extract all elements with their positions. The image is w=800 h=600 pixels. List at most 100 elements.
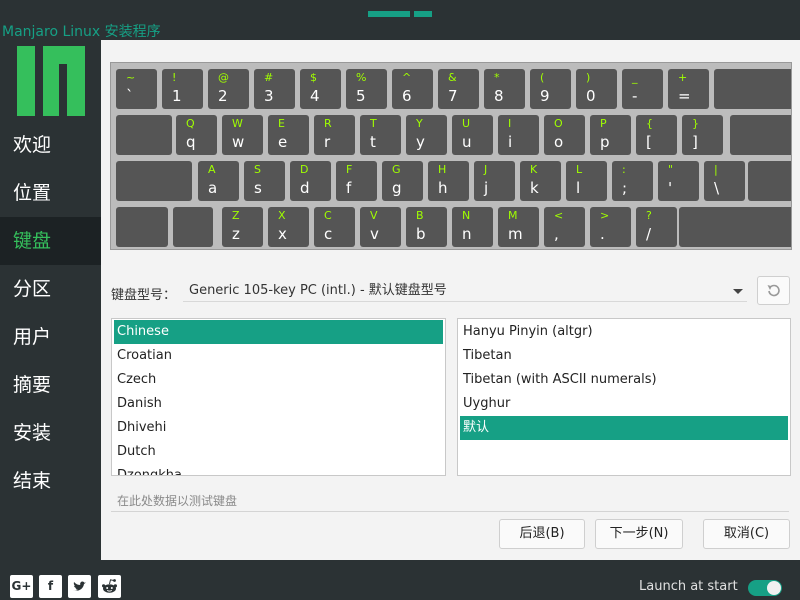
key-base-label: - [632,87,638,105]
next-button[interactable]: 下一步(N) [595,519,683,549]
keyboard-key [116,115,172,155]
sidebar-item[interactable]: 位置 [0,169,101,217]
list-item[interactable]: Chinese [114,320,443,344]
list-item[interactable]: Hanyu Pinyin (altgr) [460,320,788,344]
keyboard-key: Pp [590,115,631,155]
keyboard-key: ^ 6 [392,69,433,109]
key-shift-label: Q [186,117,195,130]
sidebar-item[interactable]: 安装 [0,409,101,457]
key-base-label: d [300,179,310,197]
cancel-button[interactable]: 取消(C) [703,519,790,549]
back-button[interactable]: 后退(B) [499,519,585,549]
key-base-label: [ [646,133,652,151]
key-base-label: 2 [218,87,228,105]
sidebar-item[interactable]: 分区 [0,265,101,313]
key-shift-label: : [622,163,626,176]
keyboard-key: Uu [452,115,493,155]
key-shift-label: ( [540,71,545,84]
key-shift-label: + [678,71,688,84]
key-base-label: n [462,225,472,243]
keyboard-key: & 7 [438,69,479,109]
key-shift-label: O [554,117,563,130]
keyboard-key: | \ [704,161,745,201]
list-item[interactable]: Dutch [114,440,443,464]
keyboard-key: Zz [222,207,263,247]
list-item[interactable]: Tibetan (with ASCII numerals) [460,368,788,392]
keyboard-key [116,207,168,247]
sidebar-item[interactable]: 欢迎 [0,121,101,169]
key-shift-label: F [346,163,353,176]
keyboard-key: }] [682,115,723,155]
window-indicator [414,11,432,17]
key-base-label: 5 [356,87,366,105]
keyboard-key: Xx [268,207,309,247]
key-base-label: ' [668,179,673,197]
keyboard-key: Aa [198,161,239,201]
key-shift-label: $ [310,71,317,84]
list-item[interactable]: Tibetan [460,344,788,368]
key-shift-label: ~ [126,71,136,84]
key-shift-label: | [714,163,718,176]
key-shift-label: ^ [402,71,412,84]
key-shift-label: T [370,117,377,130]
list-item[interactable]: Danish [114,392,443,416]
key-shift-label: { [646,117,653,130]
list-item[interactable]: Czech [114,368,443,392]
key-base-label: = [678,87,691,105]
keyboard-key: _ - [622,69,663,109]
key-shift-label: * [494,71,500,84]
launch-at-start-label: Launch at start [639,579,738,594]
keyboard-key: ) 0 [576,69,617,109]
key-shift-label: ) [586,71,591,84]
facebook-icon[interactable]: f [39,575,62,598]
keyboard-key: Gg [382,161,423,201]
key-shift-label: X [278,209,286,222]
key-shift-label: N [462,209,471,222]
keyboard-key: Oo [544,115,585,155]
keyboard-key: ! 1 [162,69,203,109]
google-plus-icon[interactable]: G+ [10,575,33,598]
keyboard-key: (9 [530,69,571,109]
key-base-label: \ [714,179,720,197]
key-base-label: f [346,179,352,197]
list-item[interactable]: Dzongkha [114,464,443,475]
key-shift-label: K [530,163,538,176]
reset-button[interactable] [757,276,790,305]
undo-icon [767,284,780,297]
list-item[interactable]: Croatian [114,344,443,368]
sidebar-item[interactable]: 结束 [0,457,101,505]
layout-list[interactable]: Chinese Croatian Czech Danish Dhivehi Dutch Dz… [111,318,446,476]
list-item[interactable]: Uyghur [460,392,788,416]
keyboard-model-label: 键盘型号： [111,288,177,303]
key-shift-label: > [600,209,610,222]
reddit-icon[interactable] [98,575,121,598]
keyboard-model-select[interactable]: Generic 105-key PC (intl.) - 默认键盘型号 [183,280,747,302]
keyboard-preview: ~ `! 1 @2 #3 $4% 5 ^ 6 & 7 * 8(9) 0 _ - + = Qq Ww Ee Rr Tt Yy Uu… [110,62,792,250]
key-shift-label: I [508,117,512,130]
sidebar-item[interactable]: 键盘 [0,217,101,265]
launch-at-start-toggle[interactable] [748,580,782,596]
key-base-label: a [208,179,218,197]
keyboard-key: Kk [520,161,561,201]
test-keyboard-input[interactable] [111,490,789,512]
keyboard-key: Yy [406,115,447,155]
sidebar-item[interactable]: 摘要 [0,361,101,409]
keyboard-key [116,161,192,201]
list-item[interactable]: Dhivehi [114,416,443,440]
key-base-label: 6 [402,87,412,105]
list-item[interactable]: 默认 [460,416,788,440]
twitter-icon[interactable] [68,575,91,598]
sidebar-item[interactable]: 用户 [0,313,101,361]
key-base-label: , [554,225,559,243]
keyboard-key: ? / [636,207,677,247]
key-base-label: b [416,225,426,243]
keyboard-key: Jj [474,161,515,201]
key-base-label: r [324,133,331,151]
key-shift-label: D [300,163,309,176]
variant-list[interactable]: Hanyu Pinyin (altgr) Tibetan Tibetan (with… [457,318,791,476]
keyboard-key: Nn [452,207,493,247]
keyboard-key: Qq [176,115,217,155]
key-shift-label: B [416,209,424,222]
keyboard-key: Dd [290,161,331,201]
keyboard-key: #3 [254,69,295,109]
